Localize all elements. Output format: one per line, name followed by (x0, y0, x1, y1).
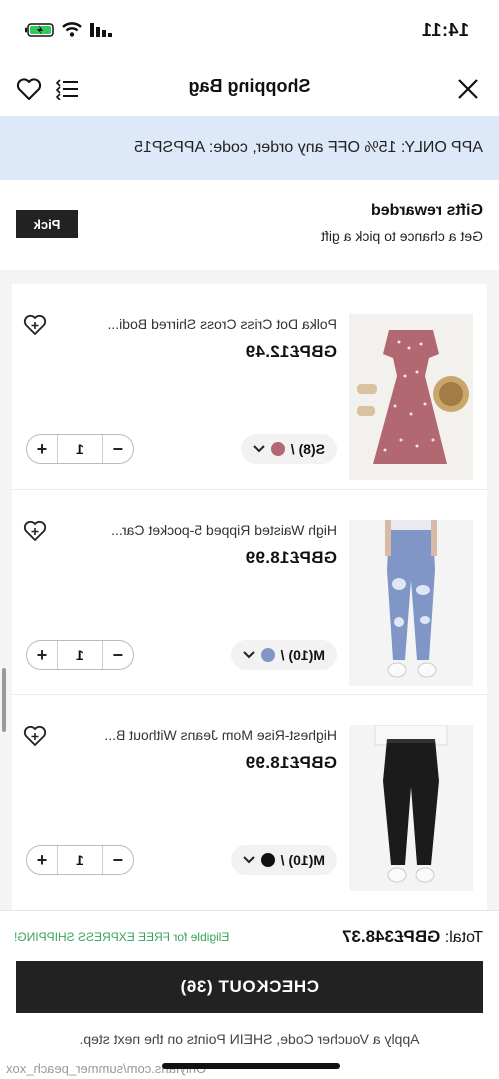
heart-icon (16, 78, 42, 100)
increase-qty-button[interactable]: + (27, 641, 57, 669)
filter-button[interactable] (52, 74, 82, 104)
product-image-dress[interactable] (349, 314, 473, 480)
heart-plus-icon (23, 314, 47, 336)
variant-selector[interactable]: M(10) / (230, 845, 337, 875)
move-to-wishlist-button[interactable] (22, 518, 48, 544)
chevron-down-icon (242, 651, 255, 659)
heart-plus-icon (23, 520, 47, 542)
item-name[interactable]: High Waisted Ripped 5-pocket Car... (67, 522, 337, 538)
pick-gift-button[interactable]: Pick (16, 210, 78, 238)
chevron-down-icon (253, 445, 265, 453)
decrease-qty-button[interactable]: − (103, 435, 133, 463)
quantity-value[interactable]: 1 (57, 641, 103, 669)
variant-label: M(10) / (280, 852, 325, 868)
status-bar: 14:11 (0, 0, 499, 60)
quantity-stepper[interactable]: − 1 + (26, 434, 134, 464)
quantity-stepper[interactable]: − 1 + (26, 640, 134, 670)
move-to-wishlist-button[interactable] (22, 723, 48, 749)
order-total: Total: GBP£348.37 (342, 927, 483, 947)
shopping-bag-page: 14:11 Shopping Bag APP ONLY: 15% OFF any… (0, 0, 499, 1079)
apply-voucher-note: Apply a Voucher Code, SHEIN Points on th… (79, 1031, 420, 1047)
color-swatch (260, 648, 275, 662)
color-swatch (260, 853, 275, 867)
cart-item[interactable]: Highest-Rise Mom Jeans Without B... GBP£… (12, 694, 487, 898)
increase-qty-button[interactable]: + (27, 846, 57, 874)
color-swatch (270, 442, 285, 456)
quantity-value[interactable]: 1 (57, 435, 103, 463)
scrollbar[interactable] (2, 668, 6, 732)
gifts-section: Gifts rewarded Get a chance to pick a gi… (0, 180, 499, 270)
checkout-footer: Total: GBP£348.37 Eligible for FREE EXPR… (0, 910, 499, 1079)
promo-text: APP ONLY: 15% OFF any order, code: APPSP… (134, 139, 483, 156)
wifi-icon (62, 22, 82, 37)
checkout-button[interactable]: CHECKOUT (36) (16, 961, 483, 1013)
gifts-subtitle: Get a chance to pick a gift (321, 228, 483, 244)
cart-item[interactable]: Polka Dot Criss Cross Shirred Bodi... GB… (12, 284, 487, 488)
variant-label: S(8) / (290, 441, 325, 457)
battery-icon (25, 22, 54, 37)
quantity-stepper[interactable]: − 1 + (26, 845, 134, 875)
variant-label: M(10) / (280, 647, 325, 663)
gifts-title: Gifts rewarded (370, 202, 483, 219)
status-time: 14:11 (421, 20, 469, 40)
list-filter-icon (55, 79, 78, 100)
decrease-qty-button[interactable]: − (103, 846, 133, 874)
heart-plus-icon (23, 725, 47, 747)
cart-item[interactable]: High Waisted Ripped 5-pocket Car... GBP£… (12, 489, 487, 693)
quantity-value[interactable]: 1 (57, 846, 103, 874)
wishlist-button[interactable] (14, 74, 44, 104)
promo-banner[interactable]: APP ONLY: 15% OFF any order, code: APPSP… (0, 116, 499, 180)
product-image-black-jeans[interactable] (349, 725, 473, 891)
total-value: GBP£348.37 (342, 927, 441, 946)
signal-icon (90, 22, 112, 37)
item-name[interactable]: Highest-Rise Mom Jeans Without B... (67, 727, 337, 743)
decrease-qty-button[interactable]: − (103, 641, 133, 669)
increase-qty-button[interactable]: + (27, 435, 57, 463)
home-indicator[interactable] (162, 1063, 340, 1069)
item-price: GBP£18.99 (245, 548, 337, 567)
item-price: GBP£12.49 (245, 342, 337, 361)
product-image-ripped-jeans[interactable] (349, 520, 473, 686)
cart-items-list: Polka Dot Criss Cross Shirred Bodi... GB… (12, 284, 487, 910)
chevron-down-icon (242, 856, 255, 864)
item-price: GBP£18.99 (245, 753, 337, 772)
variant-selector[interactable]: S(8) / (240, 434, 337, 464)
header-bar: Shopping Bag (0, 60, 499, 116)
variant-selector[interactable]: M(10) / (230, 640, 337, 670)
total-label: Total: (444, 929, 483, 946)
status-icons (24, 22, 112, 37)
move-to-wishlist-button[interactable] (22, 312, 48, 338)
free-shipping-note: Eligible for FREE EXPRESS SHIPPING! (14, 930, 230, 944)
item-name[interactable]: Polka Dot Criss Cross Shirred Bodi... (67, 316, 337, 332)
